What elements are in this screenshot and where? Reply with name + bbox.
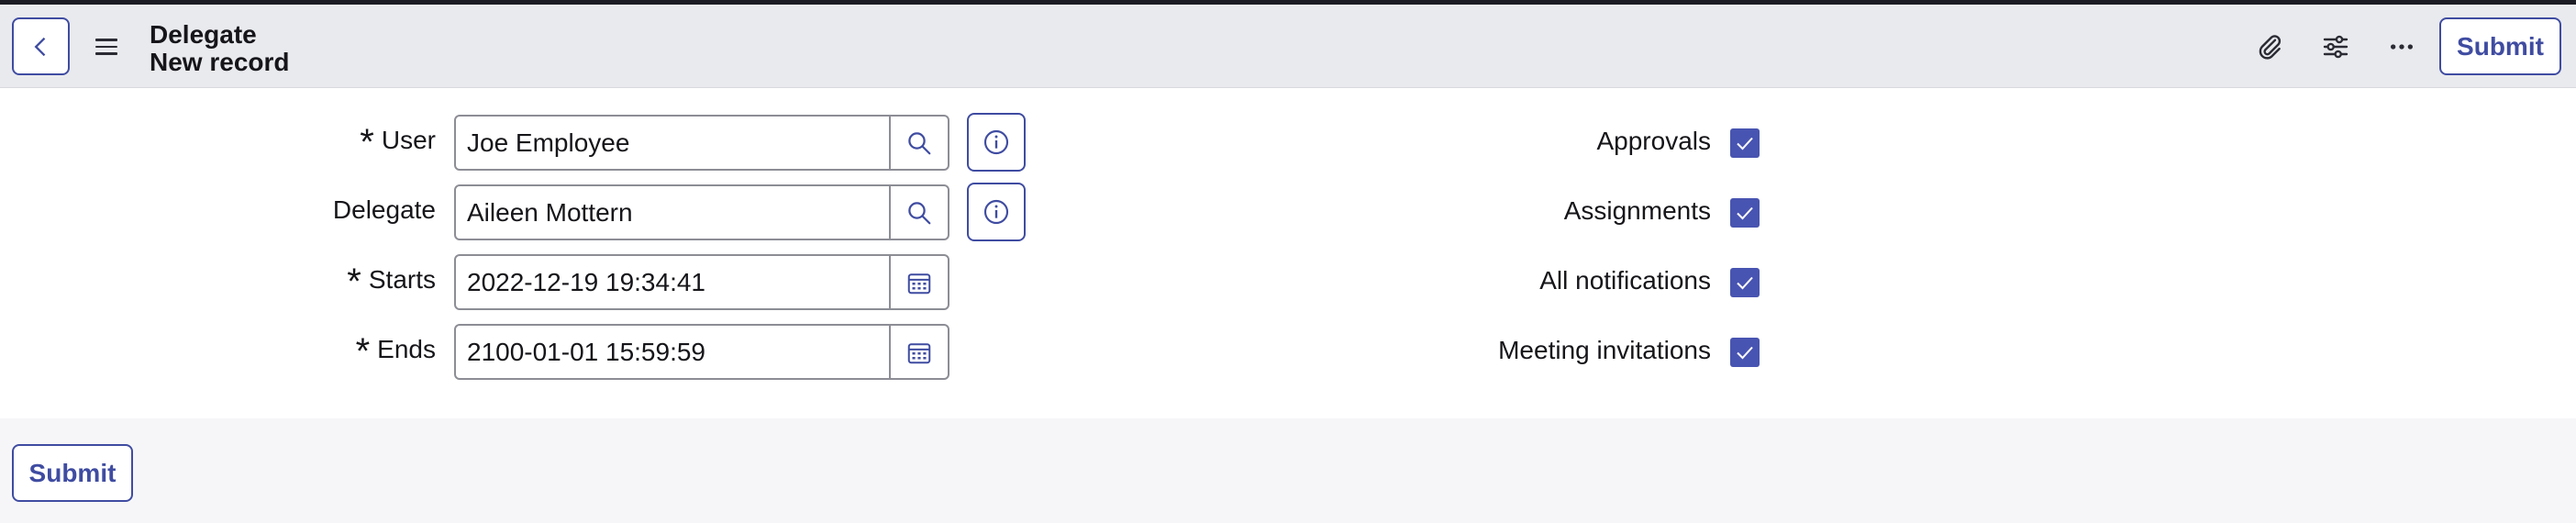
more-options-button[interactable] — [2385, 30, 2418, 63]
delegate-field[interactable]: Aileen Mottern — [454, 184, 949, 240]
ends-value[interactable]: 2100-01-01 15:59:59 — [456, 326, 889, 378]
all-notifications-label: All notifications — [1539, 266, 1711, 295]
back-button[interactable] — [12, 17, 70, 75]
assignments-checkbox[interactable] — [1730, 198, 1760, 228]
submit-button-footer[interactable]: Submit — [12, 444, 133, 502]
search-icon — [908, 201, 931, 224]
submit-button-header[interactable]: Submit — [2439, 17, 2561, 75]
delegate-info-button[interactable] — [967, 183, 1026, 241]
starts-value[interactable]: 2022-12-19 19:34:41 — [456, 256, 889, 308]
user-value[interactable]: Joe Employee — [456, 117, 889, 169]
page-title-record: New record — [150, 48, 290, 76]
meeting-invitations-label: Meeting invitations — [1498, 336, 1711, 364]
starts-field[interactable]: 2022-12-19 19:34:41 — [454, 254, 949, 310]
user-lookup-button[interactable] — [889, 117, 948, 169]
form-header: Delegate New record Submit — [0, 5, 2576, 88]
page-title: Delegate New record — [150, 21, 290, 76]
ends-calendar-button[interactable] — [889, 326, 948, 378]
sliders-icon — [2323, 35, 2348, 59]
attachment-button[interactable] — [2253, 30, 2286, 63]
checkmark-icon — [1737, 276, 1753, 290]
form-body: * User Joe Employee Delegate Aileen Motte… — [0, 88, 2576, 418]
required-asterisk-icon: * — [355, 330, 371, 372]
calendar-icon — [907, 342, 931, 363]
ends-label: * Ends — [340, 330, 436, 372]
delegate-label: Delegate — [332, 195, 436, 224]
approvals-checkbox[interactable] — [1730, 128, 1760, 158]
starts-label: * Starts — [332, 261, 436, 302]
paperclip-icon — [2259, 35, 2282, 60]
ends-field[interactable]: 2100-01-01 15:59:59 — [454, 324, 949, 380]
starts-calendar-button[interactable] — [889, 256, 948, 308]
info-icon — [983, 199, 1009, 225]
hamburger-menu-icon[interactable] — [95, 36, 117, 58]
user-field[interactable]: Joe Employee — [454, 115, 949, 171]
personalize-form-button[interactable] — [2319, 30, 2352, 63]
checkmark-icon — [1737, 346, 1753, 360]
info-icon — [983, 129, 1009, 155]
approvals-label: Approvals — [1596, 127, 1711, 155]
search-icon — [908, 131, 931, 154]
chevron-left-icon — [34, 37, 45, 56]
checkmark-icon — [1737, 206, 1753, 220]
checkmark-icon — [1737, 137, 1753, 150]
delegate-lookup-button[interactable] — [889, 186, 948, 239]
meeting-invitations-checkbox[interactable] — [1730, 338, 1760, 367]
assignments-label: Assignments — [1563, 196, 1711, 225]
all-notifications-checkbox[interactable] — [1730, 268, 1760, 297]
user-info-button[interactable] — [967, 113, 1026, 172]
required-asterisk-icon: * — [347, 261, 361, 302]
ellipsis-icon — [2391, 44, 2413, 50]
page-title-table: Delegate — [150, 20, 257, 49]
required-asterisk-icon: * — [360, 121, 374, 162]
user-label: * User — [345, 121, 436, 162]
calendar-icon — [907, 273, 931, 294]
delegate-value[interactable]: Aileen Mottern — [456, 186, 889, 239]
